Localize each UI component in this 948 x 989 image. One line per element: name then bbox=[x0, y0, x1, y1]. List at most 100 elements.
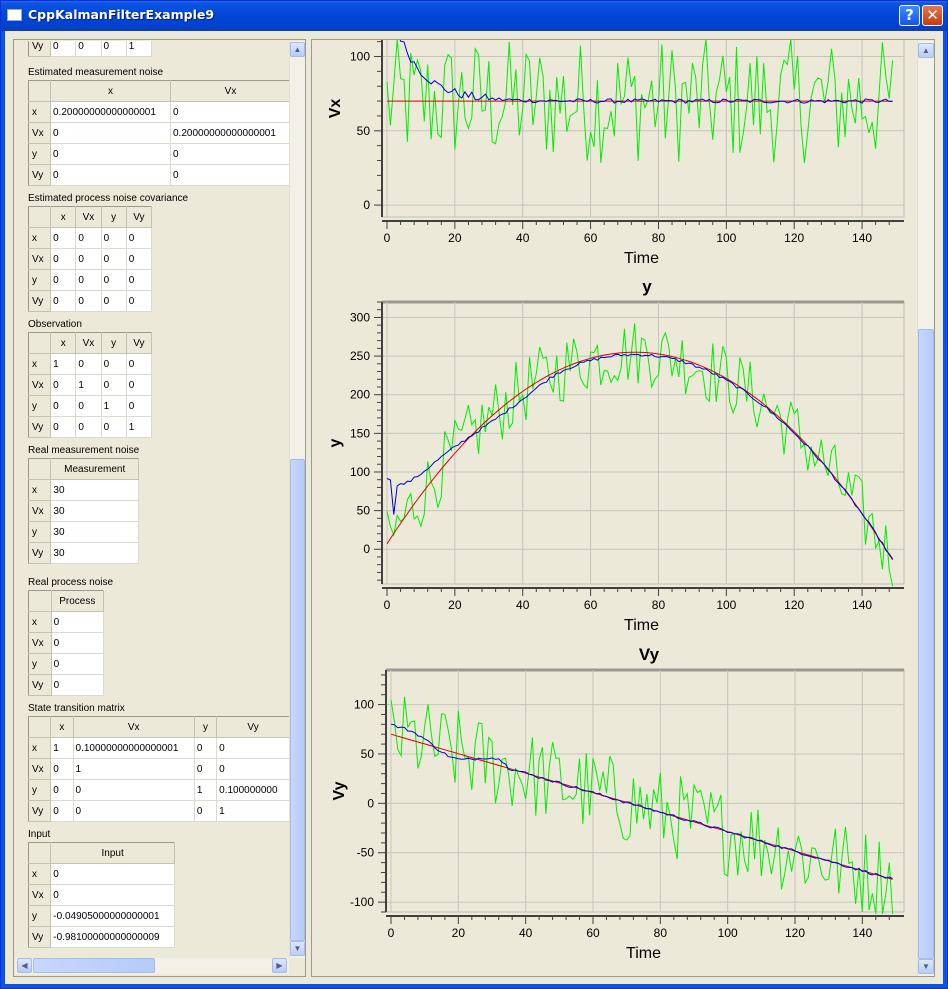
row-header[interactable]: x bbox=[28, 737, 52, 759]
matrix-cell[interactable]: 0 bbox=[50, 374, 77, 396]
matrix-cell[interactable]: 0 bbox=[50, 143, 171, 165]
matrix-cell[interactable]: 0 bbox=[50, 800, 74, 822]
column-header[interactable]: x bbox=[50, 716, 74, 738]
row-header[interactable]: Vx bbox=[28, 758, 52, 780]
column-header[interactable]: Measurement bbox=[50, 458, 139, 480]
matrix-cell[interactable]: 30 bbox=[50, 500, 139, 522]
matrix-cell[interactable]: 0 bbox=[170, 101, 289, 123]
plots-scroll-down-arrow-icon[interactable]: ▼ bbox=[918, 959, 934, 974]
matrix-cell[interactable]: 0 bbox=[126, 290, 153, 312]
row-header[interactable]: Vy bbox=[28, 800, 52, 822]
matrix-cell[interactable]: 0 bbox=[51, 674, 105, 696]
matrix-cell[interactable]: 30 bbox=[50, 479, 139, 501]
matrix-cell[interactable]: 0 bbox=[75, 290, 102, 312]
column-header[interactable]: y bbox=[101, 332, 127, 354]
scroll-up-arrow-icon[interactable]: ▲ bbox=[290, 42, 305, 57]
matrix-cell[interactable]: 1 bbox=[194, 779, 218, 801]
scroll-down-arrow-icon[interactable]: ▼ bbox=[290, 941, 305, 956]
matrix-cell[interactable]: 0 bbox=[75, 416, 102, 438]
matrix-cell[interactable]: 1 bbox=[126, 416, 153, 438]
matrix-cell[interactable]: 1 bbox=[101, 395, 127, 417]
column-header[interactable]: Vx bbox=[73, 716, 195, 738]
column-header[interactable]: y bbox=[101, 206, 127, 228]
matrix-cell[interactable]: 0.100000000 bbox=[216, 779, 289, 801]
matrix-cell[interactable]: 0 bbox=[75, 395, 102, 417]
matrix-cell[interactable]: 1 bbox=[126, 41, 153, 57]
matrix-cell[interactable]: 0 bbox=[126, 248, 153, 270]
plots-vertical-scrollbar[interactable]: ▲ ▼ bbox=[917, 41, 934, 976]
matrix-cell[interactable]: 0 bbox=[75, 227, 102, 249]
scroll-right-arrow-icon[interactable]: ▶ bbox=[272, 958, 287, 973]
row-header[interactable]: Vx bbox=[28, 248, 52, 270]
vertical-scroll-thumb[interactable] bbox=[290, 459, 305, 941]
column-header[interactable]: Vy bbox=[126, 206, 153, 228]
matrix-cell[interactable]: 0 bbox=[194, 737, 218, 759]
close-button[interactable]: ✕ bbox=[922, 5, 943, 26]
column-header[interactable]: x bbox=[50, 206, 77, 228]
matrix-cell[interactable]: 0 bbox=[101, 290, 127, 312]
matrix-cell[interactable]: 0 bbox=[101, 227, 127, 249]
matrix-cell[interactable]: 0 bbox=[50, 269, 77, 291]
matrix-cell[interactable]: 0 bbox=[126, 269, 153, 291]
column-header[interactable]: y bbox=[194, 716, 218, 738]
matrix-cell[interactable]: 0 bbox=[50, 248, 77, 270]
matrix-cell[interactable]: 0 bbox=[50, 122, 171, 144]
row-header[interactable]: y bbox=[28, 779, 52, 801]
matrix-cell[interactable]: 0 bbox=[51, 611, 105, 633]
row-header[interactable]: Vx bbox=[28, 374, 52, 396]
row-header[interactable]: Vx bbox=[28, 500, 52, 522]
column-header[interactable]: Vx bbox=[170, 80, 289, 102]
row-header[interactable]: y bbox=[28, 269, 52, 291]
title-bar[interactable]: CppKalmanFilterExample9 ? ✕ bbox=[1, 1, 947, 31]
row-header[interactable]: Vy bbox=[28, 416, 52, 438]
matrix-cell[interactable]: 0 bbox=[101, 269, 127, 291]
matrix-cell[interactable]: 0 bbox=[50, 41, 77, 57]
horizontal-scroll-thumb[interactable] bbox=[33, 958, 155, 973]
matrix-cell[interactable]: 0 bbox=[50, 758, 74, 780]
row-header[interactable]: x bbox=[28, 101, 51, 123]
row-header[interactable]: x bbox=[28, 863, 52, 885]
column-header[interactable]: Input bbox=[50, 842, 175, 864]
matrix-cell[interactable]: 0 bbox=[51, 632, 105, 654]
matrix-cell[interactable]: 0 bbox=[101, 374, 127, 396]
column-header[interactable]: Vx bbox=[75, 332, 102, 354]
column-header[interactable]: x bbox=[50, 332, 77, 354]
row-header[interactable]: Vy bbox=[28, 41, 51, 57]
matrix-cell[interactable]: 30 bbox=[50, 521, 139, 543]
matrix-cell[interactable]: 0 bbox=[194, 800, 218, 822]
row-header[interactable]: Vy bbox=[28, 290, 52, 312]
matrix-cell[interactable]: 0 bbox=[126, 353, 153, 375]
row-header[interactable]: x bbox=[28, 479, 52, 501]
matrix-cell[interactable]: 0 bbox=[50, 290, 77, 312]
matrix-cell[interactable]: 0 bbox=[75, 353, 102, 375]
matrix-cell[interactable]: 0.10000000000000001 bbox=[73, 737, 195, 759]
row-header[interactable]: y bbox=[28, 653, 52, 675]
matrix-cell[interactable]: 0 bbox=[126, 374, 153, 396]
column-header[interactable]: Vx bbox=[75, 206, 102, 228]
matrix-cell[interactable]: 0 bbox=[73, 779, 195, 801]
row-header[interactable]: x bbox=[28, 353, 52, 375]
matrix-cell[interactable]: 0 bbox=[50, 395, 77, 417]
matrix-cell[interactable]: 0 bbox=[170, 164, 289, 186]
row-header[interactable]: y bbox=[28, 905, 52, 927]
matrix-cell[interactable]: 0 bbox=[126, 227, 153, 249]
row-header[interactable]: y bbox=[28, 395, 52, 417]
matrix-cell[interactable]: 0 bbox=[75, 41, 102, 57]
matrix-cell[interactable]: -0.04905000000000001 bbox=[50, 905, 175, 927]
matrix-cell[interactable]: 1 bbox=[75, 374, 102, 396]
row-header[interactable]: Vx bbox=[28, 632, 52, 654]
matrix-cell[interactable]: 0.20000000000000001 bbox=[50, 101, 171, 123]
row-header[interactable]: Vy bbox=[28, 926, 52, 948]
row-header[interactable]: Vx bbox=[28, 884, 52, 906]
row-header[interactable]: Vy bbox=[28, 164, 51, 186]
matrix-cell[interactable]: 0 bbox=[75, 248, 102, 270]
row-header[interactable]: y bbox=[28, 143, 51, 165]
column-header[interactable]: Vy bbox=[126, 332, 153, 354]
matrix-cell[interactable]: 0 bbox=[50, 164, 171, 186]
column-header[interactable]: x bbox=[50, 80, 171, 102]
row-header[interactable]: x bbox=[28, 611, 52, 633]
matrix-cell[interactable]: 30 bbox=[50, 542, 139, 564]
row-header[interactable]: y bbox=[28, 521, 52, 543]
row-header[interactable]: Vx bbox=[28, 122, 51, 144]
matrix-cell[interactable]: 1 bbox=[50, 737, 74, 759]
